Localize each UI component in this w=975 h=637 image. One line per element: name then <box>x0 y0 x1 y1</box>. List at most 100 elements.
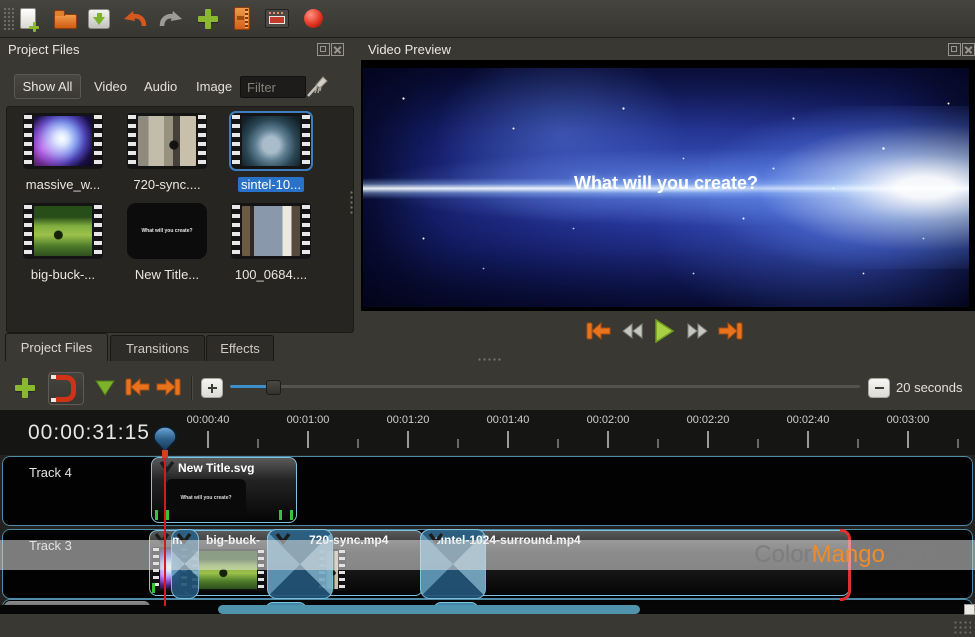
file-name-selected[interactable]: sintel-10... <box>223 177 319 192</box>
clip-resize-grip[interactable] <box>155 510 158 520</box>
current-timecode: 00:00:31:15 <box>28 421 150 444</box>
720sync-thumb-image <box>138 116 196 166</box>
ruler-tick-major <box>507 431 509 448</box>
file-name[interactable]: 720-sync.... <box>119 177 215 192</box>
save-project-button[interactable] <box>83 3 115 34</box>
fast-forward-button[interactable] <box>683 318 713 344</box>
marker-icon <box>95 380 115 396</box>
open-project-button[interactable] <box>49 3 81 34</box>
watermark-mango: Mango <box>811 541 885 568</box>
video-overlay-text: What will you create? <box>573 173 759 194</box>
watermark-color: Color <box>754 541 812 568</box>
tab-transitions[interactable]: Transitions <box>110 335 205 361</box>
track-4[interactable]: Track 4 New Title.svg What will you crea… <box>2 456 973 526</box>
add-marker-button[interactable] <box>92 376 118 400</box>
tab-effects[interactable]: Effects <box>206 335 274 361</box>
timeline-toolbar: 20 seconds <box>0 366 975 410</box>
bigbuck-thumb-image <box>34 206 92 256</box>
clip-resize-grip[interactable] <box>290 510 293 520</box>
ruler-tick-label: 00:02:00 <box>586 414 630 426</box>
choose-profile-button[interactable] <box>261 3 293 34</box>
ruler-tick-major <box>807 431 809 448</box>
clip-new-title[interactable]: New Title.svg What will you create? <box>151 457 297 523</box>
zoom-in-icon <box>207 383 217 393</box>
jump-start-icon <box>586 321 611 341</box>
ruler-tick-minor <box>257 439 259 448</box>
clip-resize-grip[interactable] <box>152 583 155 593</box>
ruler-tick-label: 00:01:00 <box>286 414 330 426</box>
filter-audio-button[interactable]: Audio <box>138 74 183 99</box>
filter-image-button[interactable]: Image <box>190 74 238 99</box>
file-name[interactable]: New Title... <box>119 267 215 282</box>
undo-button[interactable] <box>119 3 151 34</box>
plus-icon <box>198 8 218 29</box>
file-thumbnail-100-0684[interactable] <box>231 203 311 259</box>
ruler-tick-major <box>407 431 409 448</box>
playhead-marker[interactable] <box>151 425 179 464</box>
file-name[interactable]: massive_w... <box>15 177 111 192</box>
title-editor-button[interactable] <box>226 3 258 34</box>
rewind-icon <box>622 322 643 340</box>
zoom-out-button[interactable] <box>868 378 890 398</box>
timeline-horizontal-scrollbar[interactable] <box>0 604 975 615</box>
float-preview-icon[interactable] <box>948 43 961 56</box>
video-letterbox: What will you create? <box>361 60 975 311</box>
video-frame[interactable]: What will you create? <box>363 68 969 307</box>
zoom-in-button[interactable] <box>201 378 223 398</box>
export-video-button[interactable] <box>297 3 329 34</box>
close-preview-icon[interactable] <box>962 43 975 56</box>
ruler-tick-label: 00:00:40 <box>186 414 230 426</box>
ruler-tick-major <box>907 431 909 448</box>
newtitle-thumb-text: What will you create? <box>141 228 193 235</box>
scrollbar-handle[interactable] <box>218 605 640 614</box>
snapping-toggle-button[interactable] <box>48 372 84 405</box>
filter-show-all-button[interactable]: Show All <box>14 74 81 99</box>
playhead-icon <box>153 426 177 458</box>
ruler-tick-label: 00:03:00 <box>886 414 930 426</box>
redo-button[interactable] <box>155 3 187 34</box>
file-name[interactable]: 100_0684.... <box>223 267 319 282</box>
play-icon <box>655 319 675 343</box>
rewind-button[interactable] <box>617 318 647 344</box>
tab-project-files[interactable]: Project Files <box>5 333 108 361</box>
new-project-icon <box>20 8 39 32</box>
jump-start-button[interactable] <box>583 318 613 344</box>
file-thumbnail-sintel-selected[interactable] <box>229 111 313 171</box>
file-thumbnail-bigbuck[interactable] <box>23 203 103 259</box>
file-thumbnail-720sync[interactable] <box>127 113 207 169</box>
clear-filter-button[interactable] <box>305 74 329 103</box>
ruler-tick-major <box>207 431 209 448</box>
main-toolbar <box>0 0 975 38</box>
filter-video-button[interactable]: Video <box>88 74 133 99</box>
room-thumb-image <box>242 206 300 256</box>
jump-end-button[interactable] <box>716 318 746 344</box>
import-files-button[interactable] <box>192 3 224 34</box>
float-panel-icon[interactable] <box>317 43 330 56</box>
clip-new-title-label: New Title.svg <box>178 461 255 475</box>
new-project-button[interactable] <box>12 3 44 34</box>
close-panel-icon[interactable] <box>331 43 344 56</box>
panel-splitter-handle[interactable] <box>349 190 354 216</box>
previous-marker-button[interactable] <box>122 374 152 400</box>
next-marker-button[interactable] <box>154 374 184 400</box>
ruler-tick-label: 00:02:20 <box>686 414 730 426</box>
file-thumbnail-newtitle[interactable]: What will you create? <box>127 203 207 259</box>
window-resize-grip[interactable] <box>953 620 971 634</box>
save-icon <box>88 8 110 29</box>
file-name[interactable]: big-buck-... <box>15 267 111 282</box>
add-track-button[interactable] <box>10 374 40 402</box>
starfield <box>363 68 364 69</box>
clip-resize-grip[interactable] <box>279 510 282 520</box>
openshot-window: Project Files Show All Video Audio Image <box>0 0 975 637</box>
playhead-line[interactable] <box>164 455 166 606</box>
file-thumbnail-massive[interactable] <box>23 113 103 169</box>
play-button[interactable] <box>649 318 679 344</box>
horizontal-splitter-handle[interactable] <box>477 357 503 362</box>
clip-resize-grip[interactable] <box>166 510 169 520</box>
zoom-out-icon <box>874 387 884 389</box>
ruler-tick-minor <box>457 439 459 448</box>
timeline-ruler[interactable]: 00:00:31:15 00:00:40 00:01:00 00:01:20 0… <box>0 410 975 455</box>
zoom-slider-handle[interactable] <box>266 380 281 395</box>
filter-input[interactable] <box>240 76 306 98</box>
title-film-icon <box>234 7 250 30</box>
